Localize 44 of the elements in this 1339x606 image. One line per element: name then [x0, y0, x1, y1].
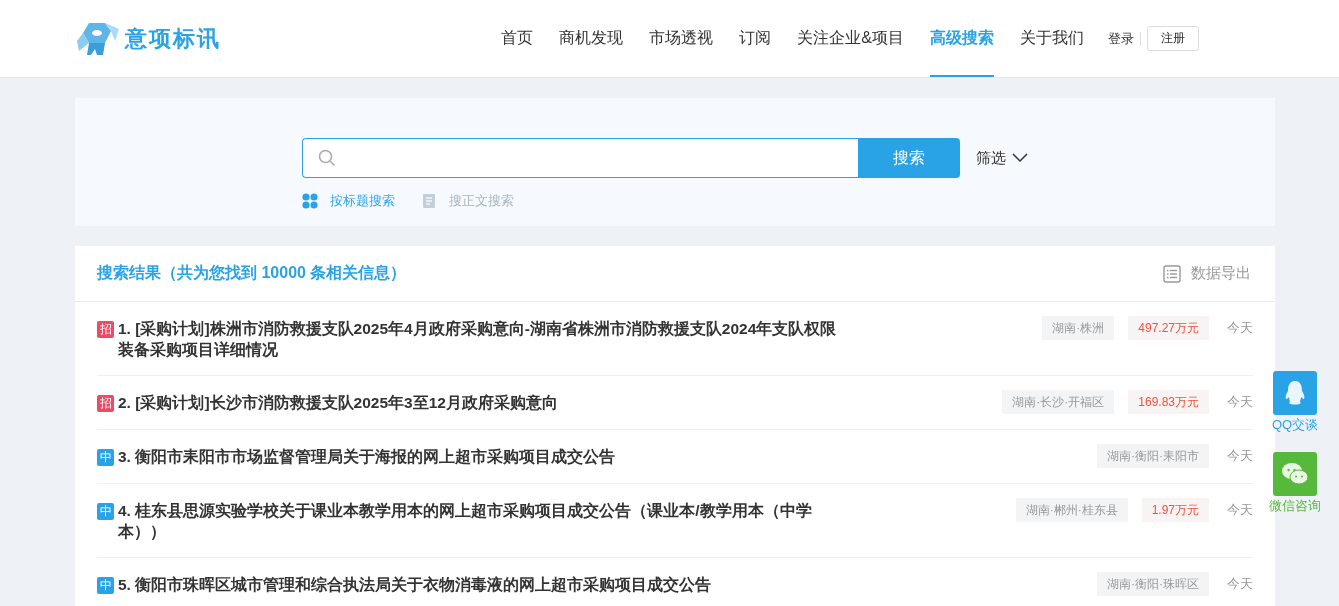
notice-type-badge: 中	[97, 449, 114, 466]
notice-type-badge: 中	[97, 503, 114, 520]
document-icon	[421, 193, 437, 209]
penguin-icon	[1284, 380, 1306, 406]
nav-link[interactable]: 商机发现	[559, 0, 624, 77]
four-petal-icon	[302, 193, 318, 209]
publish-time: 今天	[1227, 448, 1253, 464]
chat-bubbles-icon	[1281, 462, 1309, 486]
notice-type-badge: 中	[97, 577, 114, 594]
amount-tag: 497.27万元	[1128, 316, 1209, 340]
chevron-down-icon	[1012, 153, 1028, 163]
result-title-link[interactable]: 1. [采购计划]株洲市消防救援支队2025年4月政府采购意向-湖南省株洲市消防救援支队2024年支队权限装备采购项目详细情况	[118, 318, 842, 360]
notice-type-badge: 招	[97, 321, 114, 338]
region-tag: 湖南·郴州·桂东县	[1015, 498, 1128, 522]
result-title-link[interactable]: 2. [采购计划]长沙市消防救援支队2025年3至12月政府采购意向	[118, 392, 558, 413]
region-tag: 湖南·衡阳·耒阳市	[1097, 444, 1209, 468]
penguin-button[interactable]	[1273, 371, 1317, 415]
amount-tag: 169.83万元	[1128, 390, 1209, 414]
nav-link[interactable]: 市场透视	[649, 0, 714, 77]
region-tag: 湖南·株洲	[1042, 316, 1115, 340]
results-summary: 搜索结果（共为您找到 10000 条相关信息）	[97, 263, 407, 283]
result-title-link[interactable]: 5. 衡阳市珠晖区城市管理和综合执法局关于衣物消毒液的网上超市采购项目成交公告	[118, 574, 712, 595]
search-field[interactable]	[302, 138, 858, 178]
publish-time: 今天	[1227, 320, 1253, 336]
result-title-link[interactable]: 3. 衡阳市耒阳市市场监督管理局关于海报的网上超市采购项目成交公告	[118, 446, 616, 467]
register-button[interactable]: 注册	[1147, 26, 1199, 51]
amount-tag: 1.97万元	[1141, 498, 1209, 522]
filter-dropdown[interactable]: 筛选	[976, 148, 1028, 168]
chat-bubbles-button[interactable]	[1273, 452, 1317, 496]
nav-link[interactable]: 关注企业&项目	[797, 0, 904, 77]
notice-type-badge: 招	[97, 395, 114, 412]
nav-link[interactable]: 首页	[501, 0, 534, 77]
search-icon	[318, 149, 336, 167]
publish-time: 今天	[1227, 502, 1253, 518]
region-tag: 湖南·衡阳·珠晖区	[1097, 572, 1209, 596]
nav-link[interactable]: 关于我们	[1020, 0, 1084, 77]
region-tag: 湖南·长沙·开福区	[1002, 390, 1115, 414]
publish-time: 今天	[1227, 576, 1253, 592]
nav-link[interactable]: 订阅	[739, 0, 772, 77]
publish-time: 今天	[1227, 394, 1253, 410]
result-title-link[interactable]: 4. 桂东县思源实验学校关于课业本教学用本的网上超市采购项目成交公告（课业本/教学用本（中学本））	[118, 500, 842, 542]
login-link[interactable]: 登录	[1108, 29, 1134, 48]
elephant-logo-icon	[75, 20, 121, 57]
list-icon	[1163, 264, 1181, 283]
